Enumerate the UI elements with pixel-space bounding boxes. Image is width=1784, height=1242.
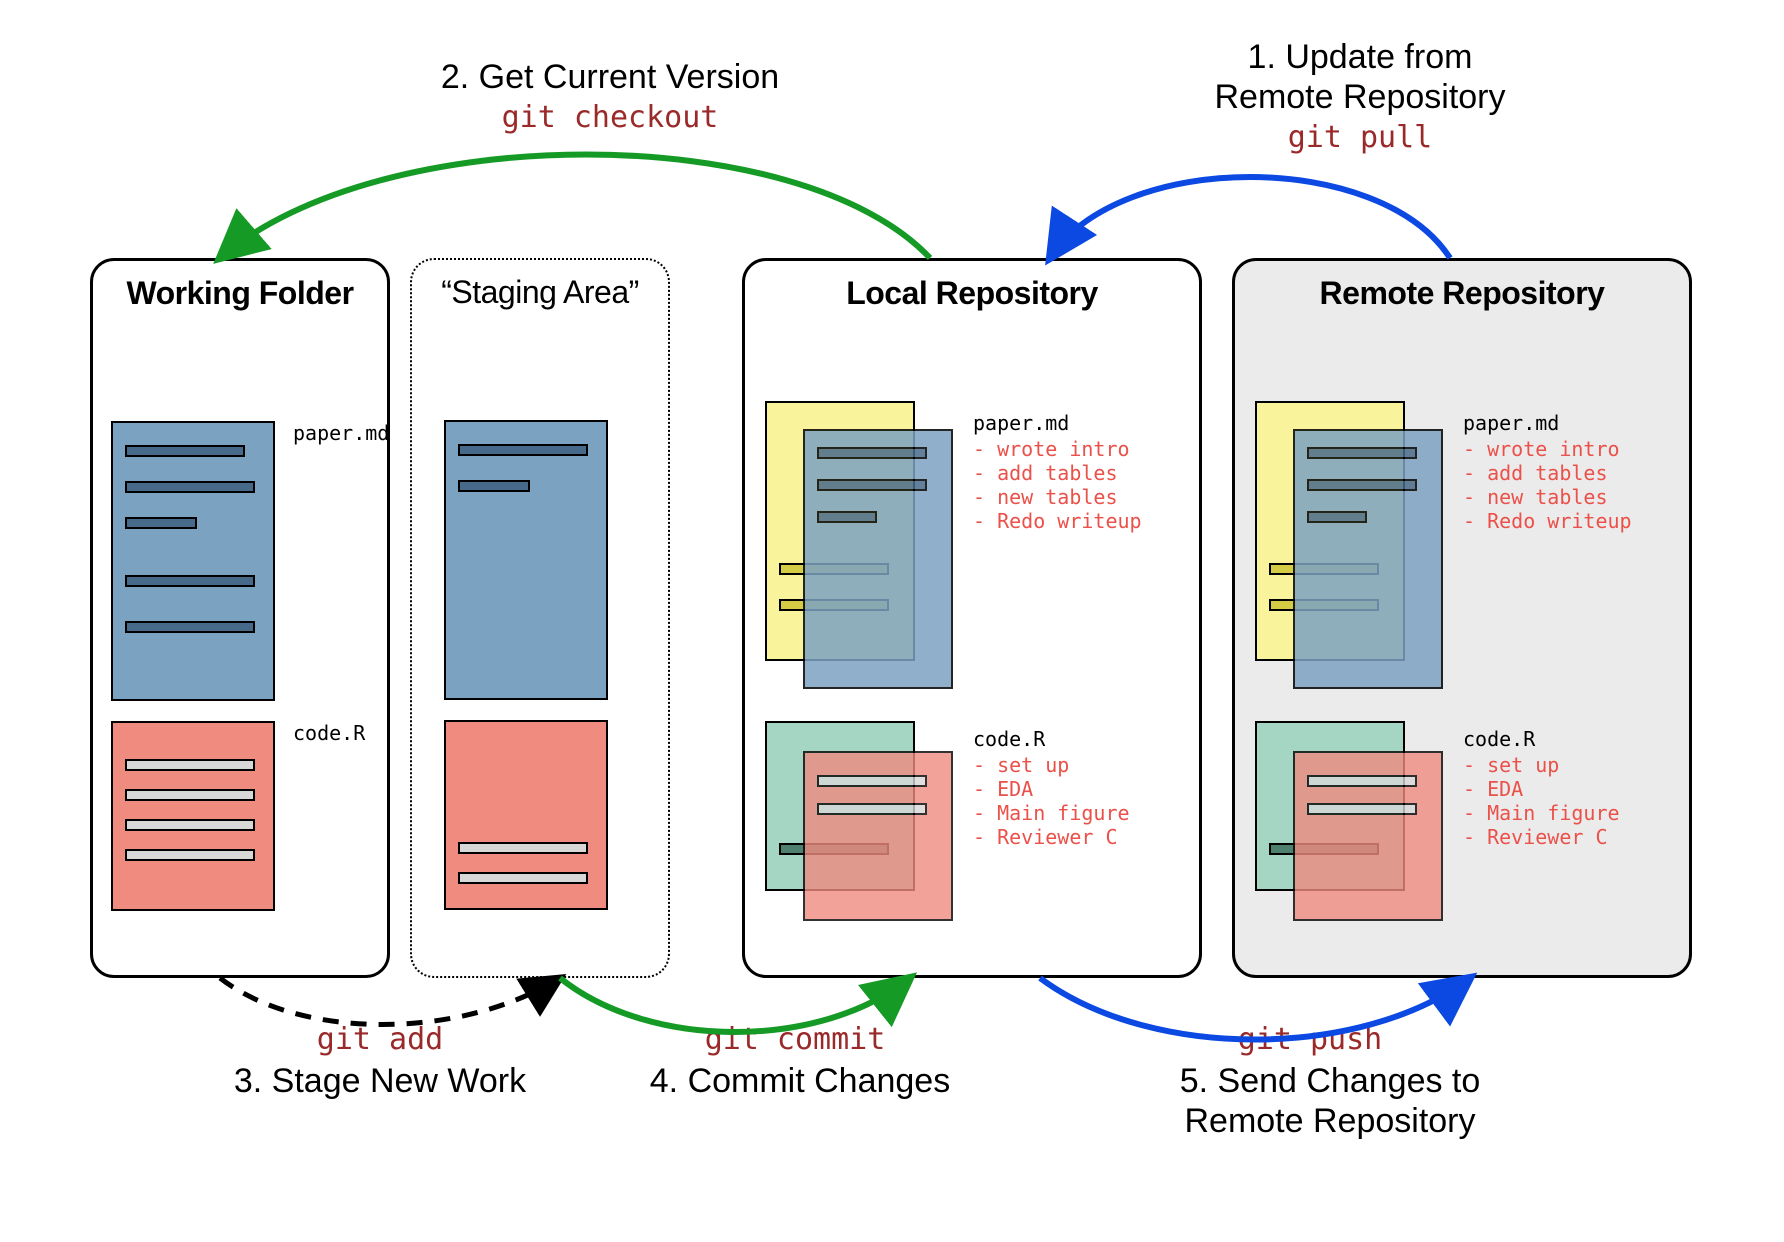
file-paper-history-local: - wrote intro - add tables - new tables … [973, 437, 1142, 533]
step-1a-label: 1. Update from [1180, 38, 1540, 77]
panel-staging-title: “Staging Area” [426, 274, 654, 311]
cmd-checkout: git checkout [460, 100, 760, 135]
arrow-add [220, 978, 560, 1025]
step-5b-label: Remote Repository [1130, 1102, 1530, 1141]
step-4-label: 4. Commit Changes [600, 1062, 1000, 1101]
panel-local-title: Local Repository [759, 275, 1185, 312]
file-paper-name-remote: paper.md [1463, 411, 1559, 435]
step-1b-label: Remote Repository [1180, 78, 1540, 117]
step-3-label: 3. Stage New Work [180, 1062, 580, 1101]
file-paper-local-v2 [803, 429, 953, 689]
file-code-name-remote: code.R [1463, 727, 1535, 751]
panel-remote-title: Remote Repository [1249, 275, 1675, 312]
file-code-local-v2 [803, 751, 953, 921]
cmd-push: git push [1200, 1022, 1420, 1057]
cmd-add: git add [270, 1022, 490, 1057]
step-5a-label: 5. Send Changes to [1130, 1062, 1530, 1101]
panel-remote-repo: Remote Repository paper.md - wrote intro… [1232, 258, 1692, 978]
file-code-history-remote: - set up - EDA - Main figure - Reviewer … [1463, 753, 1620, 849]
cmd-pull: git pull [1250, 120, 1470, 155]
file-paper-history-remote: - wrote intro - add tables - new tables … [1463, 437, 1632, 533]
file-paper-staging [444, 420, 608, 700]
panel-working-title: Working Folder [107, 275, 373, 312]
cmd-commit: git commit [665, 1022, 925, 1057]
panel-staging-area: “Staging Area” [410, 258, 670, 978]
file-code-staging [444, 720, 608, 910]
panel-working-folder: Working Folder paper.md code.R [90, 258, 390, 978]
file-code-history-local: - set up - EDA - Main figure - Reviewer … [973, 753, 1130, 849]
file-paper-working [111, 421, 275, 701]
file-code-remote-v2 [1293, 751, 1443, 921]
file-code-name-working: code.R [293, 721, 365, 745]
file-paper-remote-v2 [1293, 429, 1443, 689]
file-paper-name-working: paper.md [293, 421, 389, 445]
arrow-pull [1050, 177, 1450, 258]
arrow-checkout [220, 155, 930, 259]
step-2-label: 2. Get Current Version [400, 58, 820, 97]
file-paper-name-local: paper.md [973, 411, 1069, 435]
file-code-working [111, 721, 275, 911]
panel-local-repo: Local Repository paper.md - wrote intro … [742, 258, 1202, 978]
file-code-name-local: code.R [973, 727, 1045, 751]
